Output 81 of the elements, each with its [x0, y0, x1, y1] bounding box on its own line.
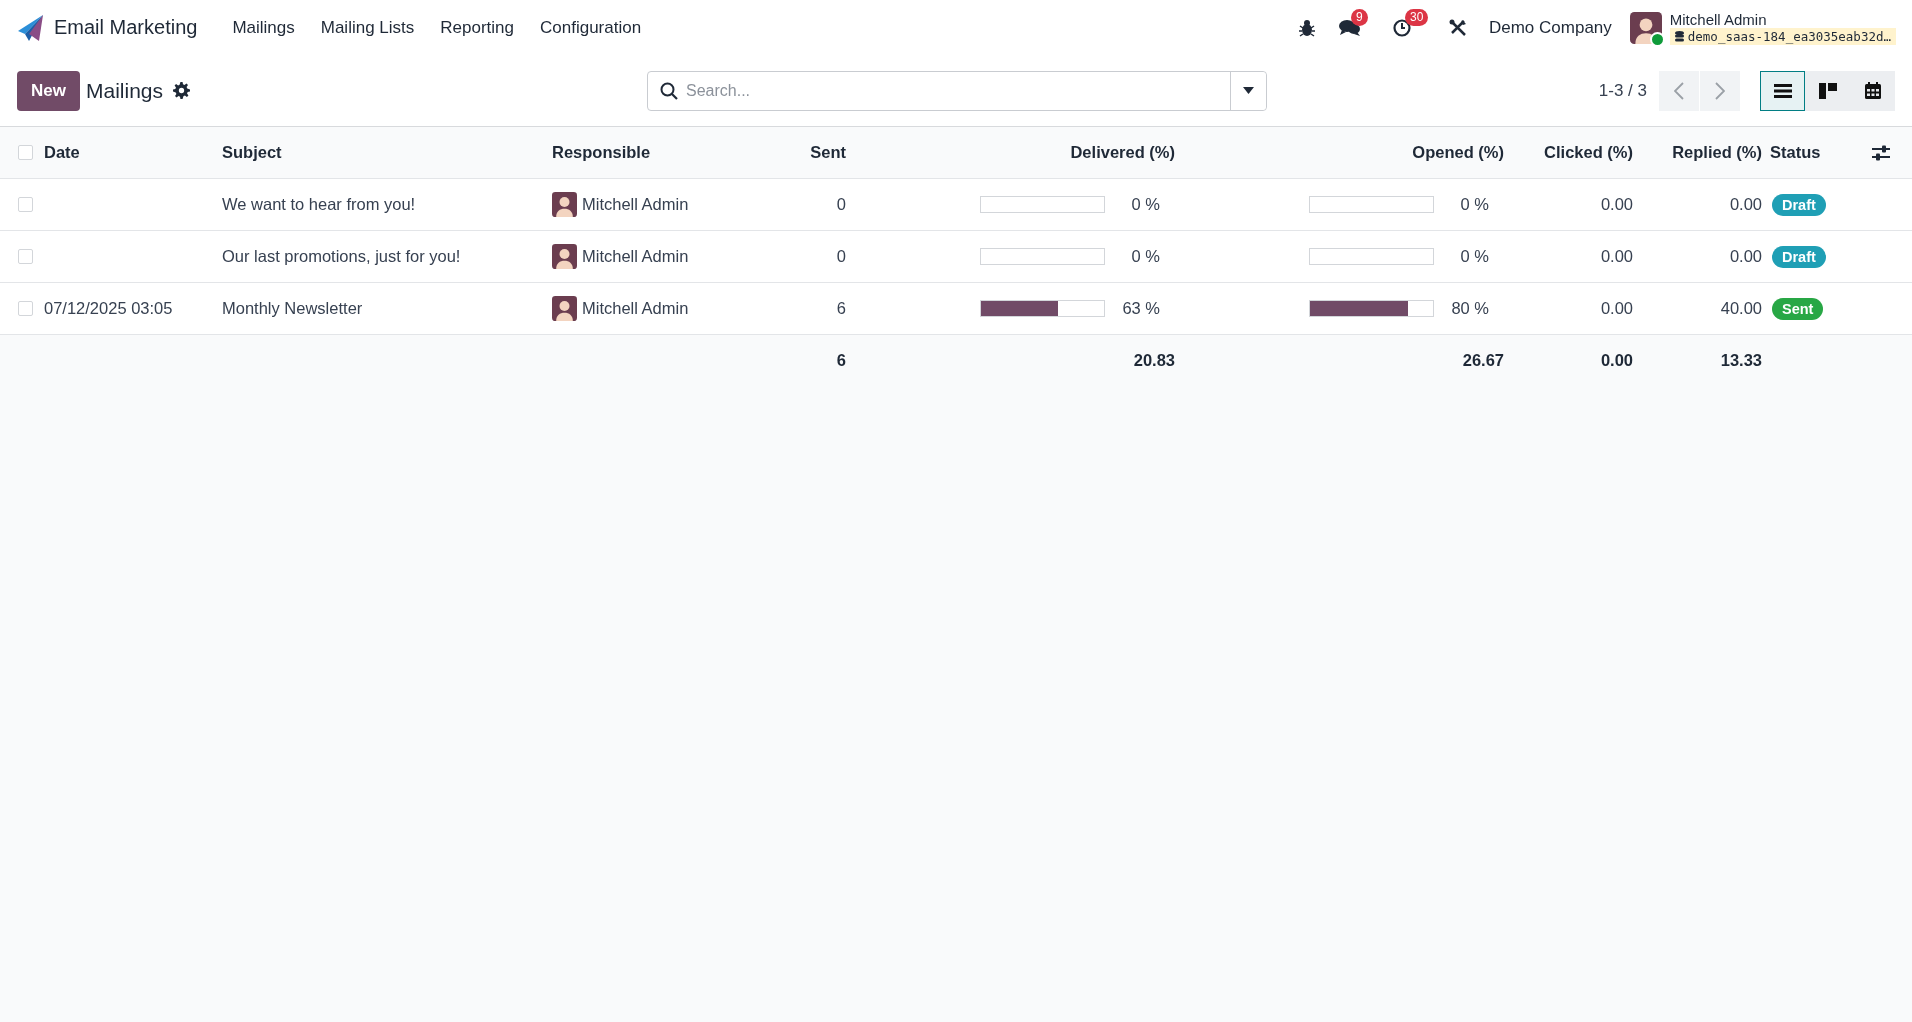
table-cell: 0 [836, 195, 846, 214]
new-button[interactable]: New [17, 70, 80, 111]
column-header[interactable]: Date [44, 143, 80, 162]
caret-icon [1243, 87, 1254, 94]
activity-count-badge: 30 [1404, 8, 1429, 26]
row-checkbox[interactable] [17, 145, 33, 160]
bug-icon[interactable] [1298, 18, 1315, 37]
table-cell: 0.00 [1600, 195, 1633, 214]
row-checkbox[interactable] [17, 249, 33, 264]
table-cell-text: 63 % [1121, 299, 1160, 318]
database-icon [1674, 30, 1684, 42]
avatar-icon [552, 296, 577, 321]
chevron-left-icon [1674, 81, 1684, 100]
clock-icon[interactable] [1392, 18, 1411, 37]
table-cell: 40.00 [1720, 299, 1762, 318]
table-cell: 0 [836, 247, 846, 266]
column-header[interactable]: Responsible [552, 143, 651, 162]
menu-item[interactable]: Mailings [219, 11, 308, 44]
column-header[interactable]: Replied (%) [1672, 143, 1762, 162]
database-name: demo_saas-184_ea3035eab32d… [1687, 28, 1891, 44]
table-cell-text: 0 % [1459, 195, 1489, 214]
table-cell: 26.67 [1462, 351, 1504, 370]
list-view-icon [1773, 83, 1792, 98]
company-switcher[interactable]: Demo Company [1488, 17, 1612, 38]
settings-icon[interactable] [173, 82, 190, 99]
table-cell: We want to hear from you! [222, 195, 416, 214]
column-header[interactable]: Clicked (%) [1544, 143, 1633, 162]
table-row[interactable]: We want to hear from you! Mitchell Admin 0 0 % 0 % 0.00 0.00 Draft [0, 179, 1912, 231]
table-cell: 20.83 [1133, 351, 1175, 370]
column-header[interactable]: Status [1770, 143, 1821, 162]
paper-plane-logo-icon[interactable] [16, 13, 44, 42]
menu-item[interactable]: Configuration [527, 11, 655, 44]
column-settings-icon[interactable] [1872, 144, 1890, 161]
table-cell: 07/12/2025 03:05 [44, 299, 173, 318]
table-cell-text: 0 % [1130, 195, 1160, 214]
table-cell: 0.00 [1600, 351, 1633, 370]
column-header[interactable]: Subject [222, 143, 282, 162]
avatar-icon [552, 192, 577, 217]
column-header[interactable]: Opened (%) [1412, 143, 1504, 162]
table-cell: 0.00 [1729, 247, 1762, 266]
kanban-view-icon [1818, 82, 1837, 99]
table-cell: Mitchell Admin [582, 247, 689, 266]
status-badge: Sent [1772, 297, 1824, 320]
menu-item[interactable]: Reporting [427, 11, 527, 44]
column-header[interactable]: Sent [810, 143, 846, 162]
table-cell: Monthly Newsletter [222, 299, 363, 318]
table-cell: Our last promotions, just for you! [222, 247, 461, 266]
pager-value[interactable]: 1-3 / 3 [1598, 80, 1647, 101]
row-checkbox[interactable] [17, 301, 33, 316]
view-switch-button[interactable] [1850, 70, 1895, 111]
table-cell: Mitchell Admin [582, 299, 689, 318]
breadcrumb-title: Mailings [85, 78, 163, 103]
user-name[interactable]: Mitchell Admin [1669, 10, 1896, 28]
menu-item[interactable]: Mailing Lists [307, 11, 428, 44]
tools-icon[interactable] [1448, 18, 1467, 37]
status-badge: Draft [1772, 245, 1826, 268]
table-cell-text: 0 % [1459, 247, 1489, 266]
calendar-icon [1864, 82, 1881, 99]
table-row[interactable]: Our last promotions, just for you! Mitchell Admin 0 0 % 0 % 0.00 0.00 Draft [0, 231, 1912, 283]
table-cell: Mitchell Admin [582, 195, 689, 214]
table-cell: 0.00 [1600, 299, 1633, 318]
avatar-icon [552, 244, 577, 269]
column-header[interactable]: Delivered (%) [1070, 143, 1175, 162]
filter-dropdown-toggle[interactable] [1230, 71, 1266, 110]
app-name[interactable]: Email Marketing [54, 16, 198, 39]
table-cell: 0.00 [1600, 247, 1633, 266]
table-cell: 0.00 [1729, 195, 1762, 214]
table-cell-text: 0 % [1130, 247, 1160, 266]
view-switch-button[interactable] [1805, 70, 1850, 111]
table-cell: 6 [836, 351, 846, 370]
avatar-icon [1629, 11, 1662, 44]
table-cell: 13.33 [1720, 351, 1762, 370]
message-count-badge: 9 [1350, 8, 1368, 26]
row-checkbox[interactable] [17, 197, 33, 212]
search-bar[interactable]: Search... [647, 70, 1267, 111]
table-cell-text: 80 % [1450, 299, 1489, 318]
table-cell: 6 [836, 299, 846, 318]
view-switch-button[interactable] [1760, 70, 1805, 111]
chevron-right-icon [1715, 81, 1725, 100]
status-badge: Draft [1772, 193, 1826, 216]
search-icon [660, 81, 678, 100]
